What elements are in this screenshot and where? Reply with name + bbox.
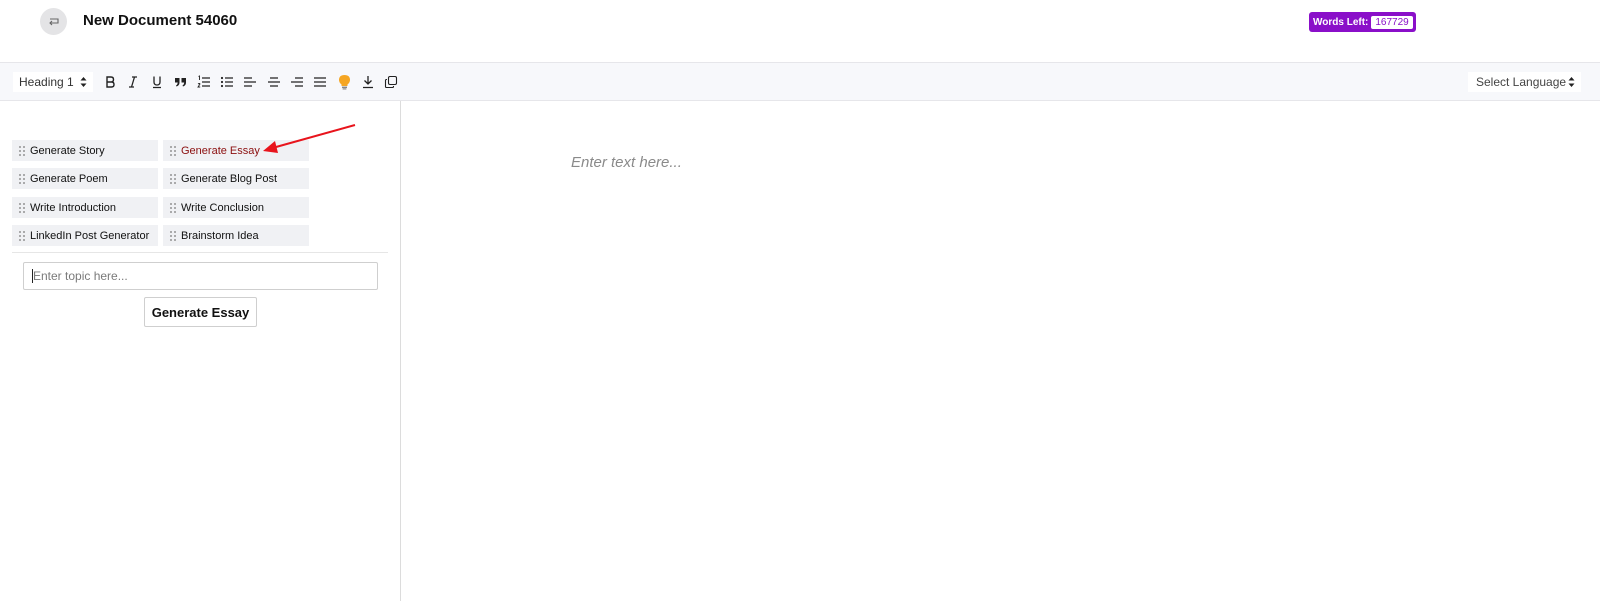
- align-center-button[interactable]: [265, 73, 283, 91]
- language-select-value: Select Language: [1476, 75, 1567, 89]
- quote-icon: [174, 78, 186, 87]
- underline-icon: [153, 76, 161, 89]
- drag-handle-icon[interactable]: [165, 230, 181, 241]
- download-icon: [363, 76, 373, 89]
- tool-item-label: LinkedIn Post Generator: [30, 229, 150, 242]
- generate-essay-button[interactable]: Generate Essay: [144, 297, 257, 327]
- copy-button[interactable]: [382, 73, 400, 91]
- tool-item-label: Generate Poem: [30, 172, 108, 185]
- header-bar: New Document 54060 Words Left: 167729: [0, 0, 1600, 62]
- words-left-label: Words Left:: [1313, 16, 1369, 28]
- ordered-list-button[interactable]: [195, 73, 213, 91]
- return-arrow-icon: [48, 17, 59, 25]
- drag-handle-icon[interactable]: [165, 145, 181, 156]
- tool-item-write-introduction[interactable]: Write Introduction: [12, 197, 158, 218]
- align-left-icon: [244, 77, 256, 87]
- tool-item-generate-poem[interactable]: Generate Poem: [12, 168, 158, 189]
- align-left-button[interactable]: [241, 73, 259, 91]
- tool-item-generate-blog-post[interactable]: Generate Blog Post: [163, 168, 309, 189]
- drag-handle-icon[interactable]: [14, 202, 30, 213]
- topic-input[interactable]: [23, 262, 378, 290]
- bullet-list-icon: [220, 76, 233, 88]
- copy-icon: [384, 75, 398, 89]
- tool-item-label: Generate Story: [30, 144, 105, 157]
- ordered-list-icon: [197, 75, 210, 88]
- tool-item-brainstorm-idea[interactable]: Brainstorm Idea: [163, 225, 309, 246]
- italic-button[interactable]: [124, 73, 142, 91]
- align-right-button[interactable]: [288, 73, 306, 91]
- language-select[interactable]: Select Language: [1468, 72, 1581, 92]
- drag-handle-icon[interactable]: [165, 202, 181, 213]
- align-center-icon: [268, 77, 280, 87]
- tool-item-write-conclusion[interactable]: Write Conclusion: [163, 197, 309, 218]
- panel-divider: [12, 252, 388, 253]
- align-right-icon: [291, 77, 303, 87]
- drag-handle-icon[interactable]: [14, 173, 30, 184]
- lightbulb-icon: [338, 75, 350, 90]
- select-arrows-icon: [80, 77, 87, 87]
- ai-tools-panel: Generate Story Generate Essay Generate P…: [0, 101, 401, 601]
- editor-area[interactable]: Enter text here...: [402, 101, 1600, 601]
- document-title[interactable]: New Document 54060: [83, 12, 237, 29]
- drag-handle-icon[interactable]: [165, 173, 181, 184]
- heading-select-value: Heading 1: [19, 75, 74, 89]
- tool-item-generate-essay[interactable]: Generate Essay: [163, 140, 309, 161]
- italic-icon: [129, 76, 137, 88]
- align-justify-button[interactable]: [311, 73, 329, 91]
- download-button[interactable]: [359, 73, 377, 91]
- tool-item-label: Brainstorm Idea: [181, 229, 259, 242]
- tool-item-label: Generate Blog Post: [181, 172, 278, 185]
- align-justify-icon: [314, 77, 326, 87]
- tool-item-linkedin-post-generator[interactable]: LinkedIn Post Generator: [12, 225, 158, 246]
- tool-item-label: Write Introduction: [30, 201, 117, 214]
- drag-handle-icon[interactable]: [14, 230, 30, 241]
- words-left-count: 167729: [1371, 15, 1413, 29]
- words-left-badge: Words Left: 167729: [1309, 12, 1416, 32]
- editor-placeholder: Enter text here...: [571, 154, 682, 171]
- bold-icon: [106, 76, 115, 88]
- underline-button[interactable]: [148, 73, 166, 91]
- back-button[interactable]: [40, 8, 67, 35]
- tool-item-label: Generate Essay: [181, 144, 260, 157]
- bold-button[interactable]: [101, 73, 119, 91]
- tool-item-label: Write Conclusion: [181, 201, 264, 214]
- suggest-idea-button[interactable]: [335, 73, 353, 91]
- formatting-toolbar: Heading 1 Select Language: [0, 62, 1600, 101]
- drag-handle-icon[interactable]: [14, 145, 30, 156]
- select-arrows-icon: [1568, 77, 1575, 87]
- bullet-list-button[interactable]: [218, 73, 236, 91]
- heading-select[interactable]: Heading 1: [13, 72, 93, 92]
- tool-item-generate-story[interactable]: Generate Story: [12, 140, 158, 161]
- quote-button[interactable]: [171, 73, 189, 91]
- text-caret: [32, 269, 33, 283]
